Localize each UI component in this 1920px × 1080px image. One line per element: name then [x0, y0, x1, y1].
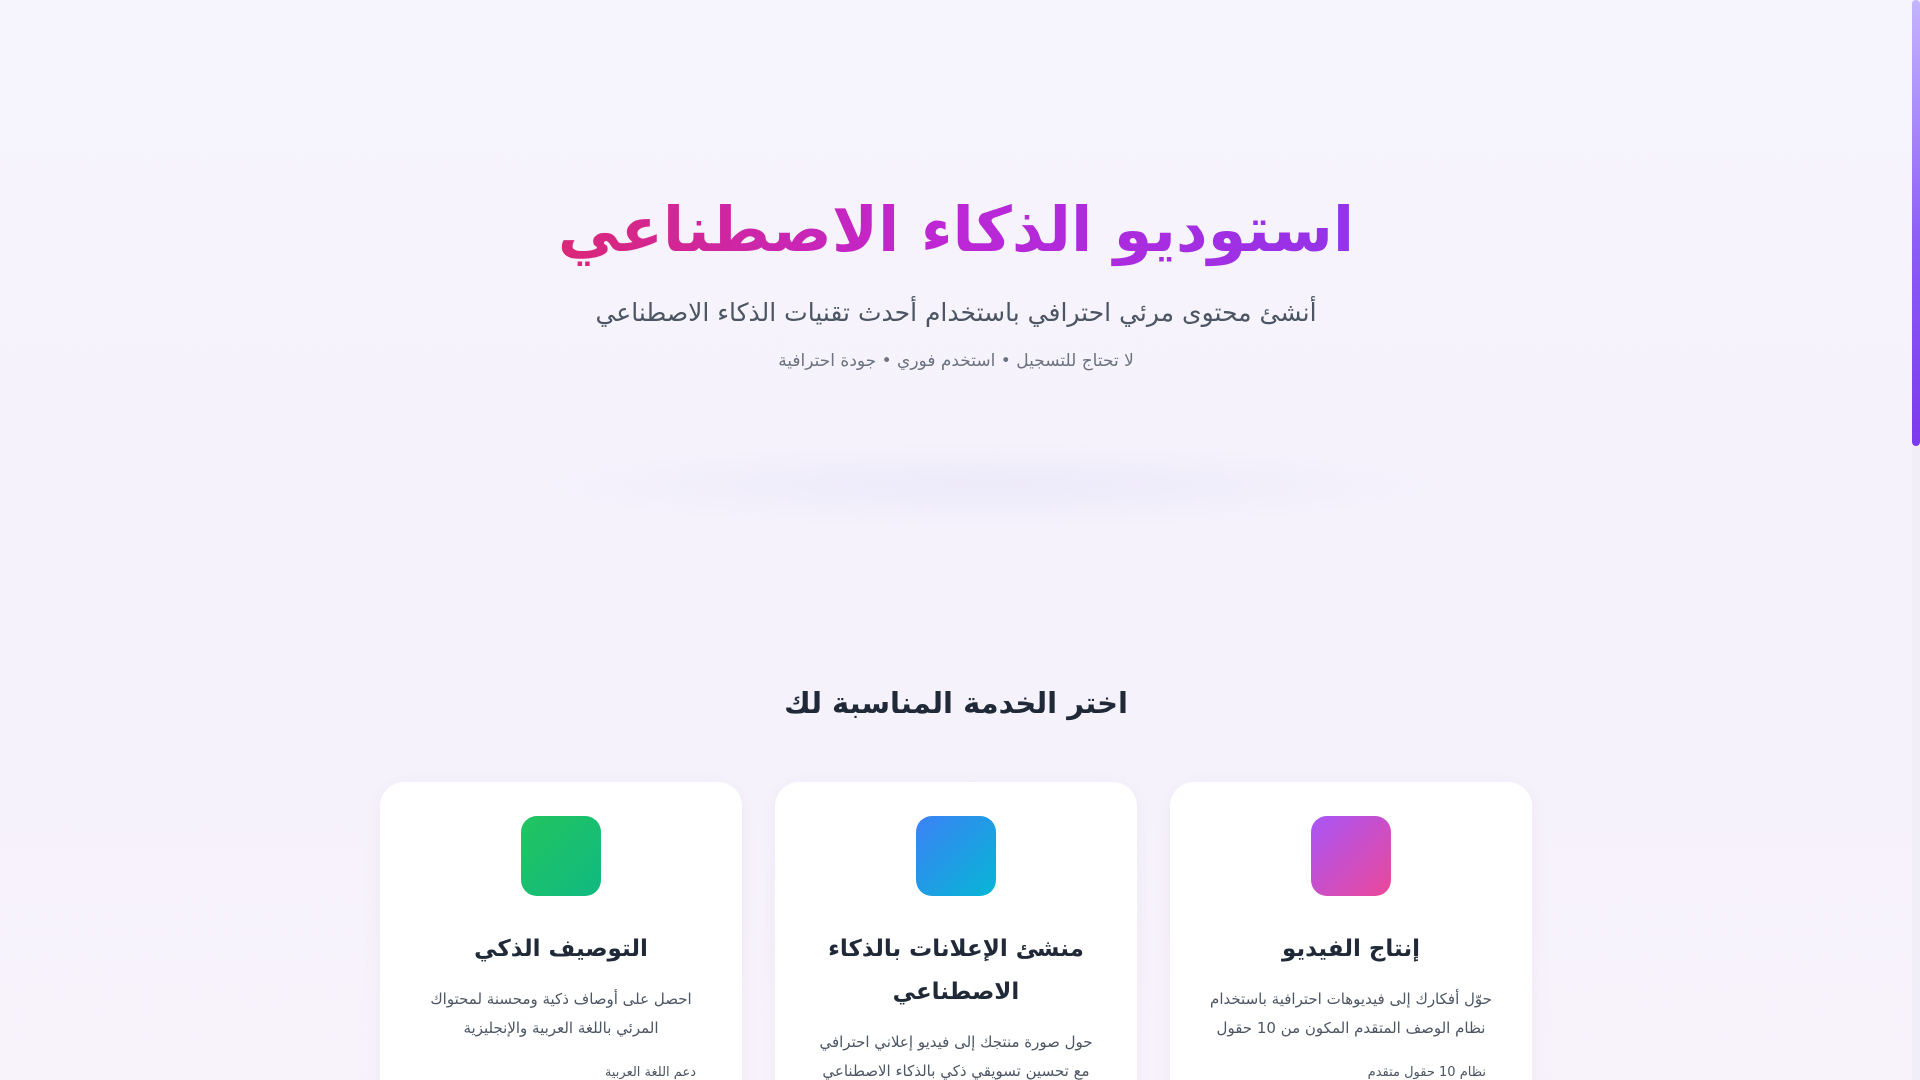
hero-title: استوديو الذكاء الاصطناعي — [558, 190, 1354, 271]
page: استوديو الذكاء الاصطناعي أنشئ محتوى مرئي… — [0, 0, 1912, 1080]
hero-note: لا تحتاج للتسجيل • استخدم فوري • جودة اح… — [778, 351, 1134, 372]
service-card-feature: دعم اللغة العربية — [604, 1065, 696, 1080]
service-card-description: حول صورة منتجك إلى فيديو إعلاني احترافي … — [819, 1033, 1093, 1080]
service-card-description: احصل على أوصاف ذكية ومحسنة لمحتواك المرئ… — [430, 990, 692, 1037]
hero-section: استوديو الذكاء الاصطناعي أنشئ محتوى مرئي… — [0, 190, 1912, 371]
services-title: اختر الخدمة المناسبة لك — [784, 686, 1128, 720]
service-card-ads[interactable]: منشئ الإعلانات بالذكاء الاصطناعي حول صور… — [775, 782, 1137, 1080]
service-card-feature: نظام 10 حقول متقدم — [1367, 1065, 1486, 1080]
service-card-description[interactable]: التوصيف الذكي احصل على أوصاف ذكية ومحسنة… — [380, 782, 742, 1080]
ad-icon — [916, 816, 996, 896]
service-card-video[interactable]: إنتاج الفيديو حوّل أفكارك إلى فيديوهات ا… — [1170, 782, 1532, 1080]
description-icon — [521, 816, 601, 896]
scrollbar[interactable] — [1912, 0, 1920, 1080]
services-cards: إنتاج الفيديو حوّل أفكارك إلى فيديوهات ا… — [380, 782, 1532, 1080]
video-icon — [1311, 816, 1391, 896]
service-card-title: منشئ الإعلانات بالذكاء الاصطناعي — [828, 936, 1084, 1005]
service-card-title: إنتاج الفيديو — [1282, 936, 1420, 962]
hero-glow-decoration — [520, 440, 1460, 530]
service-card-title: التوصيف الذكي — [474, 936, 648, 962]
hero-subtitle: أنشئ محتوى مرئي احترافي باستخدام أحدث تق… — [595, 297, 1317, 327]
scrollbar-thumb[interactable] — [1912, 0, 1920, 446]
service-card-description: حوّل أفكارك إلى فيديوهات احترافية باستخد… — [1210, 990, 1492, 1037]
